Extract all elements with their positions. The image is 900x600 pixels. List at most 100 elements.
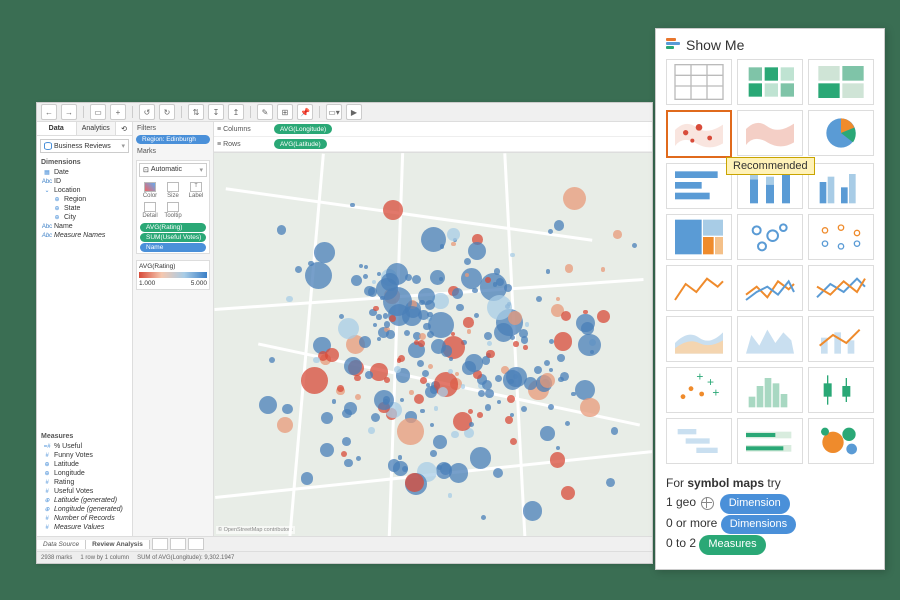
viz-dual-line[interactable] bbox=[808, 265, 874, 311]
field-rating[interactable]: #Rating bbox=[41, 478, 132, 487]
status-bar: 2938 marks 1 row by 1 column SUM of AVG(… bbox=[37, 551, 652, 563]
tab-data[interactable]: Data bbox=[37, 122, 77, 135]
forward-button[interactable]: → bbox=[61, 104, 77, 120]
rows-shelf[interactable]: ≡Rows AVG(Latitude) bbox=[214, 137, 652, 152]
marks-tooltip[interactable]: Tooltip bbox=[162, 201, 184, 220]
globe-icon: ⊕ bbox=[43, 461, 51, 468]
viz-area-cont[interactable] bbox=[666, 316, 732, 362]
svg-text:+: + bbox=[696, 370, 703, 384]
swap-button[interactable]: ⇅ bbox=[188, 104, 204, 120]
map-attribution: © OpenStreetMap contributors bbox=[216, 526, 295, 534]
field-measure-names[interactable]: AbcMeasure Names bbox=[41, 231, 132, 240]
view-canvas: ≡Columns AVG(Longitude) ≡Rows AVG(Latitu… bbox=[214, 122, 652, 536]
showme-grid: +++ bbox=[666, 59, 874, 464]
field-date[interactable]: ▦Date bbox=[41, 168, 132, 177]
new-conn-button[interactable]: + bbox=[110, 104, 126, 120]
toolbar: ← → ▭ + ↺ ↻ ⇅ ↧ ↥ ✎ ⊞ 📌 ▭▾ ▶ bbox=[37, 103, 652, 122]
marks-size[interactable]: Size bbox=[162, 181, 184, 200]
sort-desc-button[interactable]: ↥ bbox=[228, 104, 244, 120]
viz-bullet[interactable] bbox=[737, 418, 803, 464]
color-legend: AVG(Rating) 1.0005.000 bbox=[136, 260, 210, 290]
auto-icon: ⊡ bbox=[143, 166, 149, 174]
filter-pill-region[interactable]: Region: Edinburgh bbox=[136, 135, 210, 144]
new-sheet-button[interactable] bbox=[152, 538, 168, 550]
field-location[interactable]: ⌄Location bbox=[41, 186, 132, 195]
undo-button[interactable]: ↺ bbox=[139, 104, 155, 120]
tab-sheet[interactable]: Review Analysis bbox=[86, 540, 150, 549]
save-button[interactable]: ▭ bbox=[90, 104, 106, 120]
viz-dual-combo[interactable] bbox=[808, 316, 874, 362]
globe-icon bbox=[701, 497, 714, 510]
globe-icon: ⊕ bbox=[53, 205, 61, 212]
viz-side-bar[interactable] bbox=[808, 163, 874, 209]
tab-data-source[interactable]: Data Source bbox=[37, 540, 86, 549]
back-button[interactable]: ← bbox=[41, 104, 57, 120]
svg-text:+: + bbox=[712, 386, 719, 400]
viz-histogram[interactable] bbox=[737, 367, 803, 413]
viz-circle-views[interactable] bbox=[737, 214, 803, 260]
viz-highlight-table[interactable] bbox=[808, 59, 874, 105]
field-useful-votes[interactable]: #Useful Votes bbox=[41, 487, 132, 496]
marks-detail[interactable]: Detail bbox=[139, 201, 161, 220]
field-city[interactable]: ⊕City bbox=[41, 213, 132, 222]
viz-treemap[interactable] bbox=[666, 214, 732, 260]
columns-shelf[interactable]: ≡Columns AVG(Longitude) bbox=[214, 122, 652, 137]
pin-button[interactable]: 📌 bbox=[297, 104, 313, 120]
field-measure-values[interactable]: #Measure Values bbox=[41, 523, 132, 532]
field-latitude[interactable]: ⊕Latitude bbox=[41, 460, 132, 469]
tab-analytics[interactable]: Analytics bbox=[77, 122, 117, 135]
field-lat-gen[interactable]: ⊕Latitude (generated) bbox=[41, 496, 132, 505]
field-id[interactable]: AbcID bbox=[41, 177, 132, 186]
viz-area-discrete[interactable] bbox=[737, 316, 803, 362]
viz-scatter[interactable]: +++ bbox=[666, 367, 732, 413]
viz-hbar[interactable] bbox=[666, 163, 732, 209]
viz-gantt[interactable] bbox=[666, 418, 732, 464]
columns-icon: ≡ bbox=[217, 126, 221, 133]
rows-pill[interactable]: AVG(Latitude) bbox=[274, 139, 327, 149]
legend-title: AVG(Rating) bbox=[139, 263, 207, 270]
viz-symbol-map[interactable] bbox=[666, 110, 732, 158]
redo-button[interactable]: ↻ bbox=[159, 104, 175, 120]
field-name[interactable]: AbcName bbox=[41, 222, 132, 231]
viz-boxplot[interactable] bbox=[808, 367, 874, 413]
field-pct-useful[interactable]: =#% Useful bbox=[41, 442, 132, 451]
field-longitude[interactable]: ⊕Longitude bbox=[41, 469, 132, 478]
marks-pill-usefulvotes[interactable]: SUM(Useful Votes) bbox=[140, 233, 206, 242]
size-icon bbox=[167, 182, 179, 192]
calendar-icon: ▦ bbox=[43, 169, 51, 176]
datasource-selector[interactable]: Business Reviews ▾ bbox=[40, 139, 129, 153]
new-dashboard-button[interactable] bbox=[170, 538, 186, 550]
field-state[interactable]: ⊕State bbox=[41, 204, 132, 213]
viz-filled-map[interactable] bbox=[737, 110, 803, 156]
viz-packed-bubbles[interactable] bbox=[808, 418, 874, 464]
abc-icon: Abc bbox=[43, 223, 51, 230]
globe-icon: ⊕ bbox=[43, 506, 51, 513]
marks-pill-name[interactable]: Name bbox=[140, 243, 206, 252]
status-sum: SUM of AVG(Longitude): 9,302.1947 bbox=[137, 555, 234, 561]
viz-side-circle[interactable] bbox=[808, 214, 874, 260]
group-button[interactable]: ⊞ bbox=[277, 104, 293, 120]
marks-color[interactable]: Color bbox=[139, 181, 161, 200]
field-region[interactable]: ⊕Region bbox=[41, 195, 132, 204]
viz-heat-map[interactable] bbox=[737, 59, 803, 105]
viz-line-cont[interactable] bbox=[666, 265, 732, 311]
viz-line-discrete[interactable] bbox=[737, 265, 803, 311]
viz-pie[interactable] bbox=[808, 110, 874, 156]
marks-label[interactable]: TLabel bbox=[185, 181, 207, 200]
sheet-tabs: Data Source Review Analysis bbox=[37, 536, 652, 551]
showme-header: Show Me bbox=[666, 37, 874, 53]
map-view[interactable]: © OpenStreetMap contributors bbox=[214, 153, 652, 536]
columns-pill[interactable]: AVG(Longitude) bbox=[274, 124, 332, 134]
field-num-records[interactable]: #Number of Records bbox=[41, 514, 132, 523]
field-funny-votes[interactable]: #Funny Votes bbox=[41, 451, 132, 460]
viz-text-table[interactable] bbox=[666, 59, 732, 105]
fit-dropdown[interactable]: ▭▾ bbox=[326, 104, 342, 120]
marks-pill-rating[interactable]: AVG(Rating) bbox=[140, 223, 206, 232]
present-button[interactable]: ▶ bbox=[346, 104, 362, 120]
sort-asc-button[interactable]: ↧ bbox=[208, 104, 224, 120]
marks-type-dropdown[interactable]: ⊡Automatic ▾ bbox=[139, 163, 207, 177]
highlight-button[interactable]: ✎ bbox=[257, 104, 273, 120]
new-story-button[interactable] bbox=[188, 538, 204, 550]
field-lon-gen[interactable]: ⊕Longitude (generated) bbox=[41, 505, 132, 514]
refresh-icon[interactable]: ⟲ bbox=[116, 122, 132, 135]
